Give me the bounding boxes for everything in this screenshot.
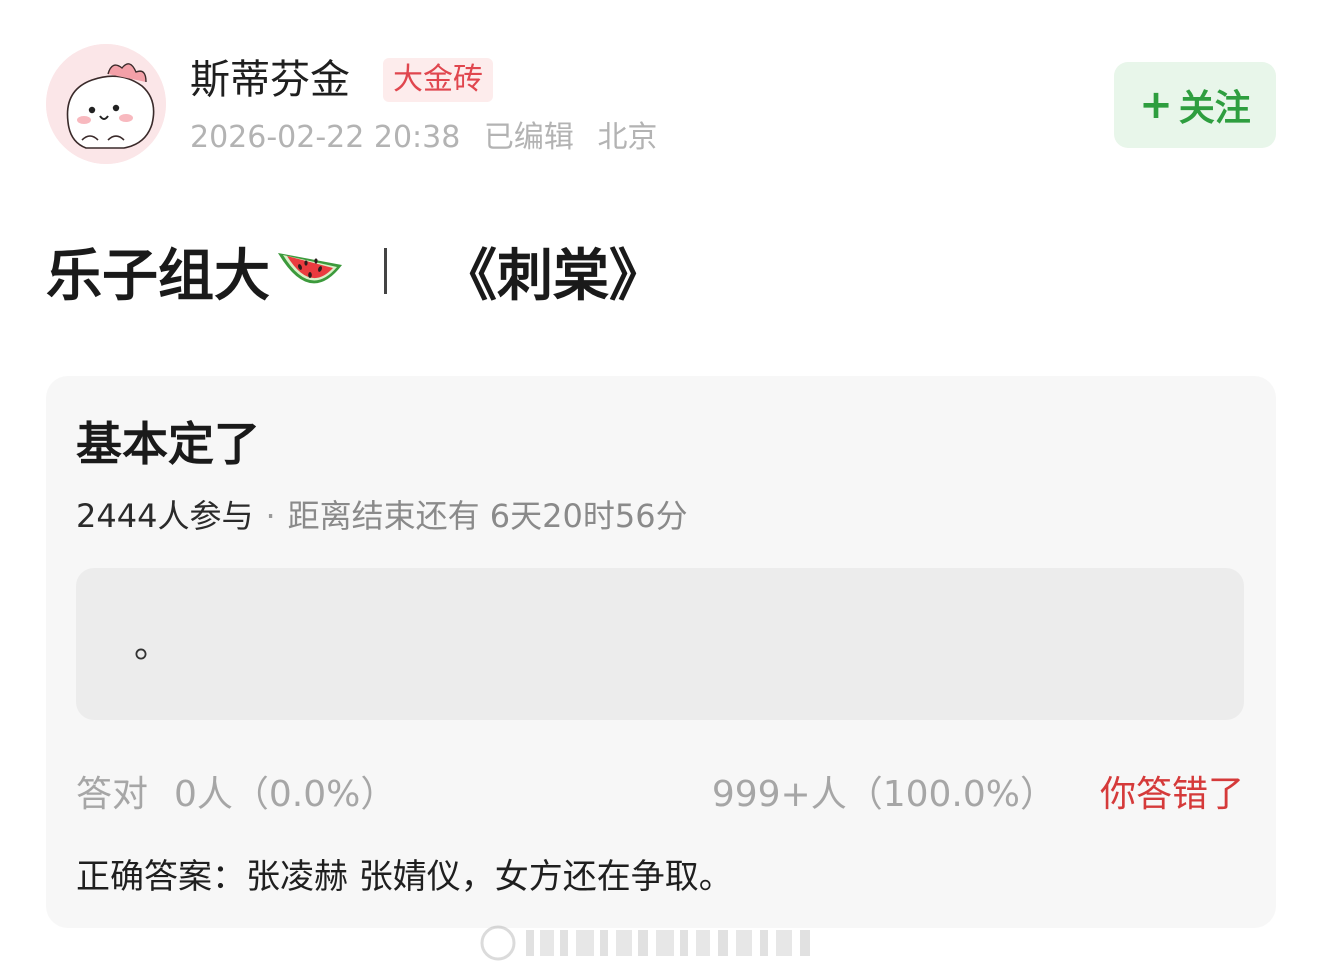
user-badge: 大金砖 — [383, 58, 493, 102]
post-title-left: 乐子组大 — [46, 243, 270, 309]
edited-label: 已编辑 — [483, 120, 574, 155]
post-meta: 2026-02-22 20:38 已编辑 北京 — [190, 118, 671, 158]
location-label: 北京 — [597, 120, 658, 155]
post-title-right: 《刺棠》 — [441, 243, 665, 309]
watermelon-icon — [278, 253, 342, 284]
correct-label: 答对 — [76, 774, 149, 815]
wrong-answer-tag: 你答错了 — [1099, 774, 1244, 815]
quiz-card: 基本定了 2444人参与 · 距离结束还有 6天20时56分 。 答对 0人（0.0… — [46, 376, 1276, 928]
result-row: 答对 0人（0.0%） 999+人（100.0%） 你答错了 — [76, 772, 1244, 818]
plus-icon: + — [1139, 82, 1173, 128]
participant-count: 2444人参与 — [76, 497, 254, 535]
quiz-stats: 2444人参与 · 距离结束还有 6天20时56分 — [76, 494, 688, 538]
post-header: 斯蒂芬金 大金砖 2026-02-22 20:38 已编辑 北京 + 关注 — [46, 44, 1276, 168]
quiz-question: 基本定了 — [76, 417, 260, 471]
avatar[interactable] — [46, 44, 166, 164]
post-timestamp: 2026-02-22 20:38 — [190, 120, 461, 155]
correct-count: 0人（0.0%） — [174, 774, 397, 815]
wrong-count: 999+人（100.0%） — [711, 774, 1056, 815]
answer-input[interactable]: 。 — [76, 568, 1244, 720]
follow-button[interactable]: + 关注 — [1114, 62, 1276, 148]
user-name[interactable]: 斯蒂芬金 — [190, 54, 350, 106]
correct-answer: 正确答案：张凌赫 张婧仪，女方还在争取。 — [76, 857, 733, 897]
pink-dino-avatar-icon — [46, 44, 166, 164]
title-divider — [384, 248, 387, 294]
post-title: 乐子组大 《刺棠》 — [46, 236, 665, 309]
submitted-answer: 。 — [134, 625, 171, 666]
time-remaining: 距离结束还有 6天20时56分 — [287, 497, 688, 535]
watermark-icon — [480, 925, 810, 961]
separator-dot: · — [265, 497, 276, 535]
follow-label: 关注 — [1178, 88, 1251, 129]
